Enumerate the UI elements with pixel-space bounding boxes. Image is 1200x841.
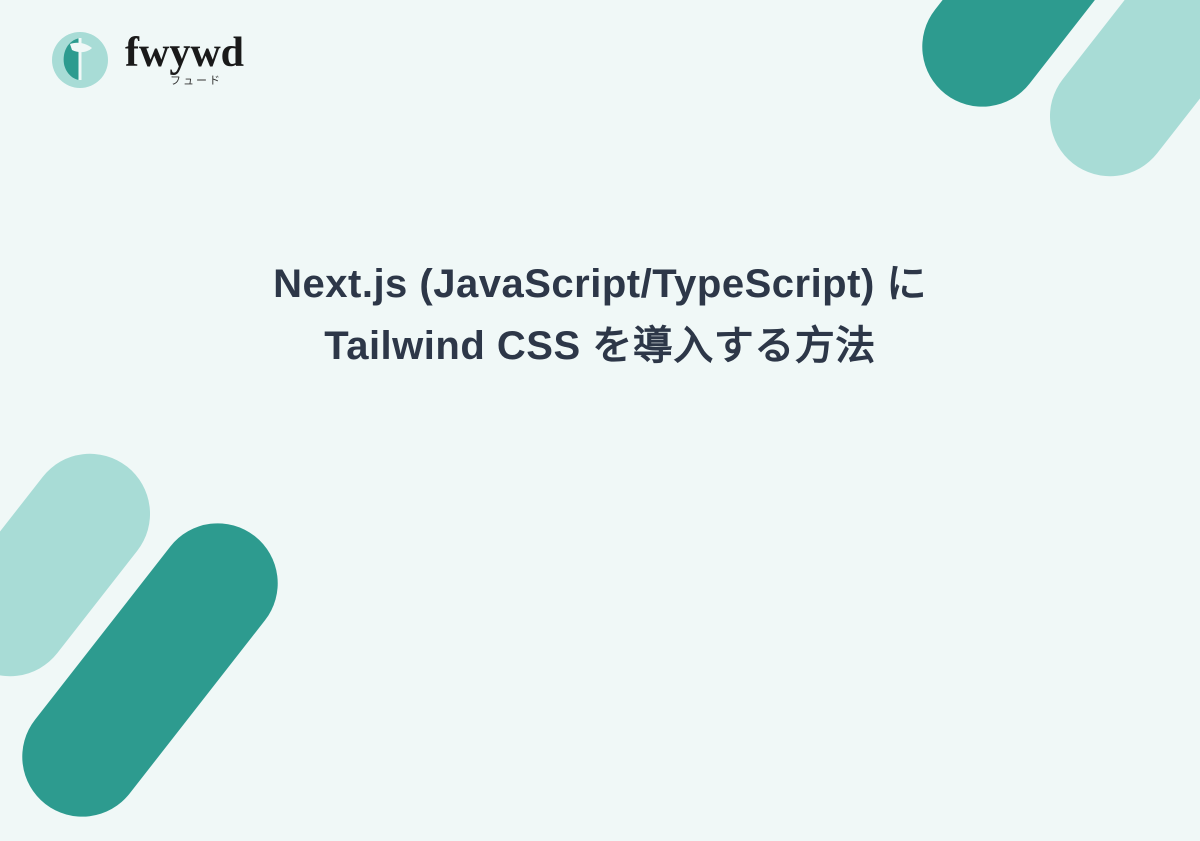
title-line-2: Tailwind CSS を導入する方法 bbox=[60, 315, 1140, 377]
logo-mark-icon bbox=[50, 30, 110, 90]
page-title: Next.js (JavaScript/TypeScript) に Tailwi… bbox=[0, 253, 1200, 377]
brand-logo: fwywd フュード bbox=[50, 30, 244, 90]
logo-text-group: fwywd フュード bbox=[125, 32, 244, 88]
brand-subtitle: フュード bbox=[170, 72, 222, 88]
brand-name: fwywd bbox=[125, 32, 244, 74]
title-line-1: Next.js (JavaScript/TypeScript) に bbox=[60, 253, 1140, 315]
